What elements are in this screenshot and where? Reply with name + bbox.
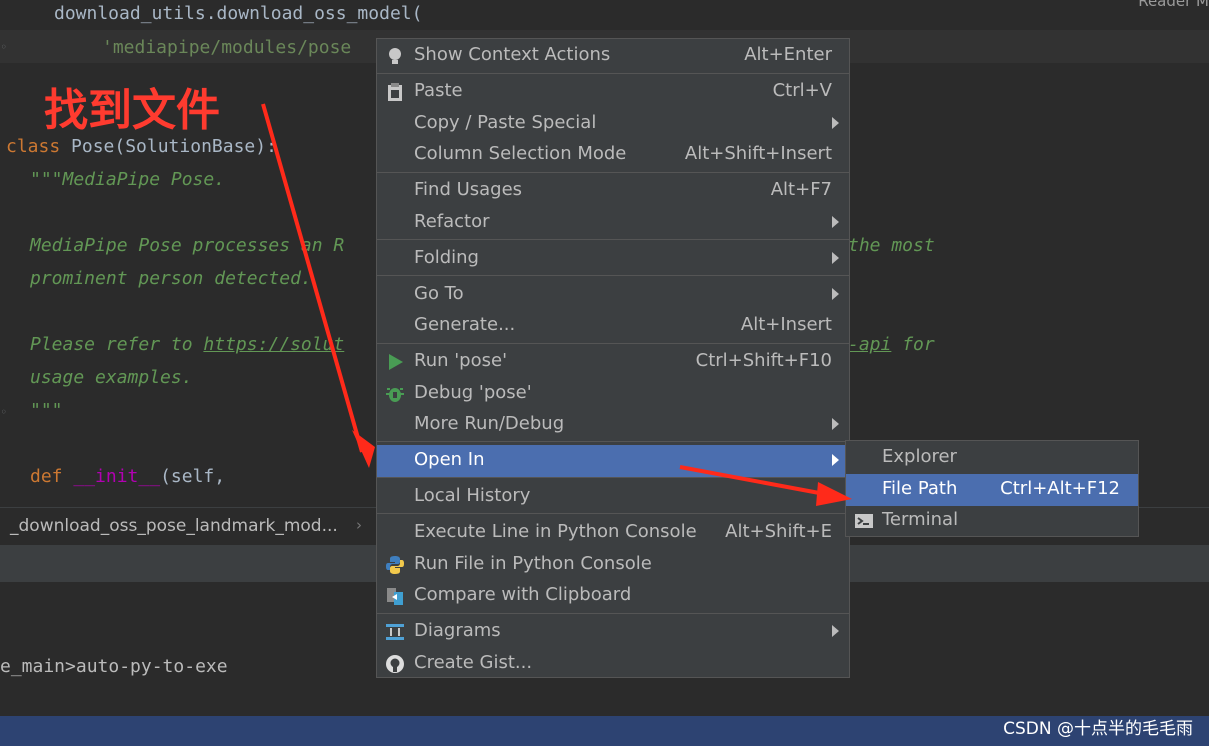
annotation-arrowhead <box>816 482 852 506</box>
annotation-arrowhead <box>352 430 375 468</box>
annotation-arrows <box>261 103 852 506</box>
annotation-arrow-line <box>679 465 831 497</box>
annotation-arrow-line <box>261 103 364 453</box>
